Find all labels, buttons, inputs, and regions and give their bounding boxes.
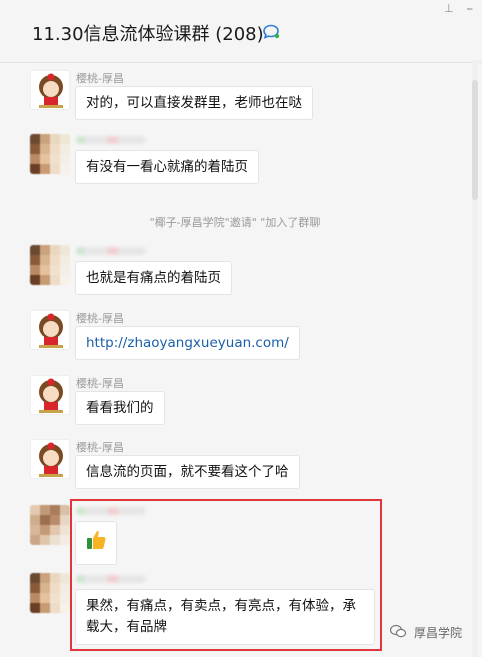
- avatar-girl-icon: [39, 378, 63, 413]
- watermark-text: 厚昌学院: [414, 626, 463, 640]
- window-control-icon[interactable]: ⎯: [467, 2, 473, 16]
- message-bubble[interactable]: 有没有一看心就痛的着陆页: [75, 150, 259, 184]
- system-notice: "椰子-厚昌学院"邀请" "加入了群聊: [149, 216, 321, 229]
- sender-name-blurred: [76, 136, 146, 144]
- sender-name-blurred: [76, 247, 146, 255]
- avatar-girl-icon: [39, 73, 63, 108]
- avatar[interactable]: [30, 439, 70, 479]
- avatar[interactable]: [30, 245, 70, 285]
- message-bubble[interactable]: 看看我们的: [75, 391, 165, 425]
- highlight-box: [70, 499, 382, 651]
- avatar[interactable]: [30, 310, 70, 350]
- sender-name: 樱桃-厚昌: [76, 441, 124, 454]
- sender-name: 樱桃-厚昌: [76, 312, 124, 325]
- avatar[interactable]: [30, 375, 70, 415]
- sender-name: 樱桃-厚昌: [76, 377, 124, 390]
- wechat-official-icon: [390, 624, 406, 638]
- scrollbar-thumb[interactable]: [472, 80, 478, 200]
- avatar[interactable]: [30, 573, 70, 613]
- message-bubble[interactable]: 信息流的页面，就不要看这个了哈: [75, 455, 300, 489]
- group-chat-icon[interactable]: [262, 24, 280, 40]
- chat-header: 11.30信息流体验课群 (208) ⊥ ⎯: [0, 0, 482, 63]
- avatar-girl-icon: [39, 442, 63, 477]
- avatar[interactable]: [30, 134, 70, 174]
- message-bubble[interactable]: 对的，可以直接发群里，老师也在哒: [75, 86, 313, 120]
- avatar-girl-icon: [39, 313, 63, 348]
- scrollbar[interactable]: [472, 60, 478, 657]
- message-bubble[interactable]: 也就是有痛点的着陆页: [75, 261, 232, 295]
- sender-name: 樱桃-厚昌: [76, 72, 124, 85]
- chat-title: 11.30信息流体验课群 (208): [32, 24, 264, 45]
- message-link[interactable]: http://zhaoyangxueyuan.com/: [75, 326, 300, 360]
- avatar[interactable]: [30, 70, 70, 110]
- avatar[interactable]: [30, 505, 70, 545]
- pin-icon[interactable]: ⊥: [444, 2, 454, 15]
